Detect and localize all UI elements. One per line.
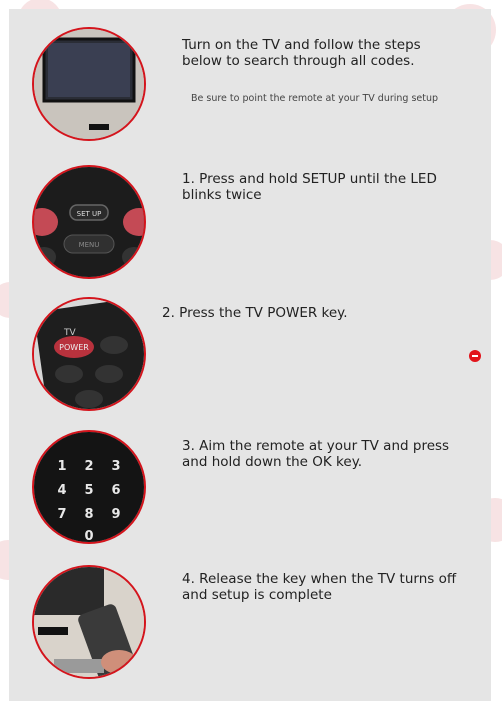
svg-text:8: 8: [84, 507, 93, 522]
step-4-text: 4. Release the key when the TV turns off…: [182, 571, 457, 603]
step-1-text: 1. Press and hold SETUP until the LED bl…: [182, 171, 437, 203]
svg-text:3: 3: [111, 459, 120, 474]
step-3-text: 3. Aim the remote at your TV and press a…: [182, 438, 450, 470]
setup-key-label: SET UP: [77, 210, 102, 218]
svg-text:2: 2: [84, 459, 93, 474]
svg-text:0: 0: [84, 529, 93, 542]
minus-circle-icon[interactable]: [469, 350, 481, 362]
tv-turns-off-image: [32, 565, 146, 679]
svg-text:1: 1: [57, 459, 66, 474]
setup-note: Be sure to point the remote at your TV d…: [191, 93, 439, 104]
svg-text:9: 9: [111, 507, 120, 522]
svg-text:4: 4: [57, 483, 66, 498]
svg-text:6: 6: [111, 483, 120, 498]
power-key-label: POWER: [59, 343, 89, 352]
menu-key-label: MENU: [79, 241, 100, 249]
tv-wall-image: [32, 27, 146, 141]
svg-text:7: 7: [57, 507, 66, 522]
setup-key-image: SET UP MENU: [32, 165, 146, 279]
step-2-text: 2. Press the TV POWER key.: [162, 305, 348, 321]
number-keypad-image: 1 2 3 4 5 6 7 8 9 0: [32, 430, 146, 544]
tv-power-key-image: TV POWER: [32, 297, 146, 411]
svg-text:5: 5: [84, 483, 93, 498]
intro-title: Turn on the TV and follow the steps belo…: [182, 37, 421, 69]
setup-instructions-panel: Turn on the TV and follow the steps belo…: [9, 9, 491, 701]
